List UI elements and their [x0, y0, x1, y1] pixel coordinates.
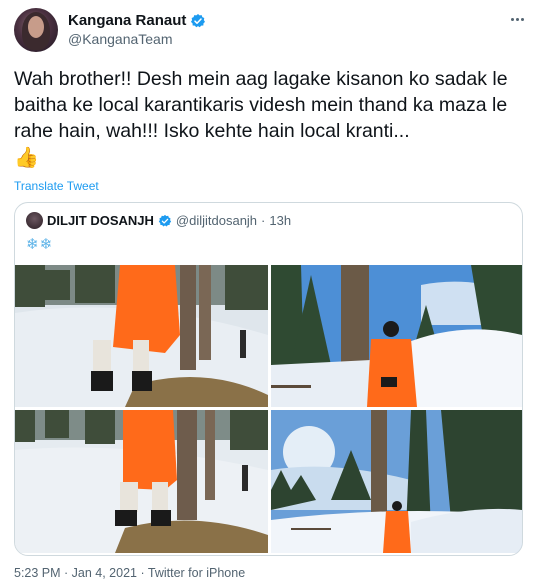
snowflake-icon: ❄❄ — [26, 236, 54, 253]
photo-grid — [15, 265, 522, 555]
snow-photo-3[interactable] — [15, 410, 268, 553]
tweet-body: Wah brother!! Desh mein aag lagake kisan… — [14, 68, 508, 142]
quoted-header: DILJIT DOSANJH @diljitdosanjh · 13h — [26, 212, 291, 229]
quoted-tweet[interactable]: DILJIT DOSANJH @diljitdosanjh · 13h ❄❄ — [14, 202, 523, 556]
tweet-card: Kangana Ranaut @KanganaTeam Wah brother!… — [0, 0, 539, 583]
verified-icon — [158, 214, 172, 226]
quoted-handle: @diljitdosanjh — [175, 213, 258, 228]
avatar[interactable] — [14, 8, 58, 52]
author-handle[interactable]: @KanganaTeam — [68, 31, 173, 47]
snow-photo-2[interactable] — [271, 265, 522, 407]
quoted-name: DILJIT DOSANJH — [47, 213, 154, 228]
quoted-avatar — [26, 212, 43, 229]
snow-photo-4[interactable] — [271, 410, 522, 553]
quoted-time: 13h — [269, 213, 292, 228]
tweet-text: Wah brother!! Desh mein aag lagake kisan… — [14, 66, 529, 170]
translate-link[interactable]: Translate Tweet — [14, 179, 99, 193]
author-row: Kangana Ranaut — [68, 12, 206, 29]
quoted-separator: · — [261, 213, 266, 228]
snow-photo-1[interactable] — [15, 265, 268, 407]
thumbs-up-icon: 👍 — [14, 147, 39, 169]
author-name[interactable]: Kangana Ranaut — [68, 12, 186, 29]
tweet-timestamp[interactable]: 5:23 PM · Jan 4, 2021 · Twitter for iPho… — [14, 566, 245, 580]
verified-icon — [191, 13, 206, 27]
more-icon[interactable] — [506, 10, 528, 28]
